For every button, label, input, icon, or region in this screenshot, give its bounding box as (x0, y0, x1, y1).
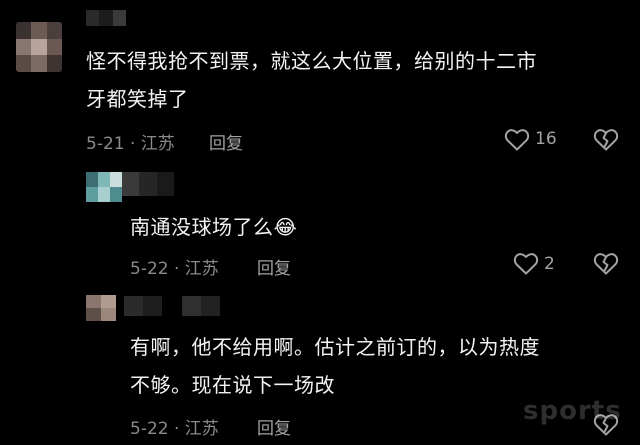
laughing-emoji-icon: 😂 (273, 215, 298, 239)
comment-text-line-1: 怪不得我抢不到票，就这么大位置，给别的十二市 (86, 49, 537, 73)
comment-text-line-1: 南通没球场了么😂 (130, 215, 298, 239)
username[interactable] (86, 10, 126, 26)
comment-date-location: 5-22 · 江苏 (130, 259, 219, 279)
comment-text-line-2: 牙都笑掉了 (86, 87, 189, 111)
watermark: sports (523, 396, 622, 426)
username[interactable] (124, 296, 220, 316)
like-count: 2 (544, 254, 555, 274)
broken-heart-icon[interactable] (593, 252, 619, 276)
reply-button[interactable]: 回复 (257, 414, 291, 439)
reply-button[interactable]: 回复 (257, 254, 291, 279)
heart-icon[interactable] (513, 252, 539, 276)
avatar[interactable] (86, 172, 122, 202)
heart-icon[interactable] (504, 128, 530, 152)
avatar[interactable] (16, 22, 62, 72)
username[interactable] (122, 172, 174, 196)
broken-heart-icon[interactable] (593, 128, 619, 152)
reply-button[interactable]: 回复 (209, 129, 243, 154)
comment-text-line-1: 有啊，他不给用啊。估计之前订的，以为热度 (130, 335, 540, 359)
comment-date-location: 5-22 · 江苏 (130, 419, 219, 439)
comment-date-location: 5-21 · 江苏 (86, 134, 175, 154)
avatar[interactable] (86, 295, 116, 321)
like-count: 16 (535, 129, 557, 149)
comment-text-line-2: 不够。现在说下一场改 (130, 373, 335, 397)
